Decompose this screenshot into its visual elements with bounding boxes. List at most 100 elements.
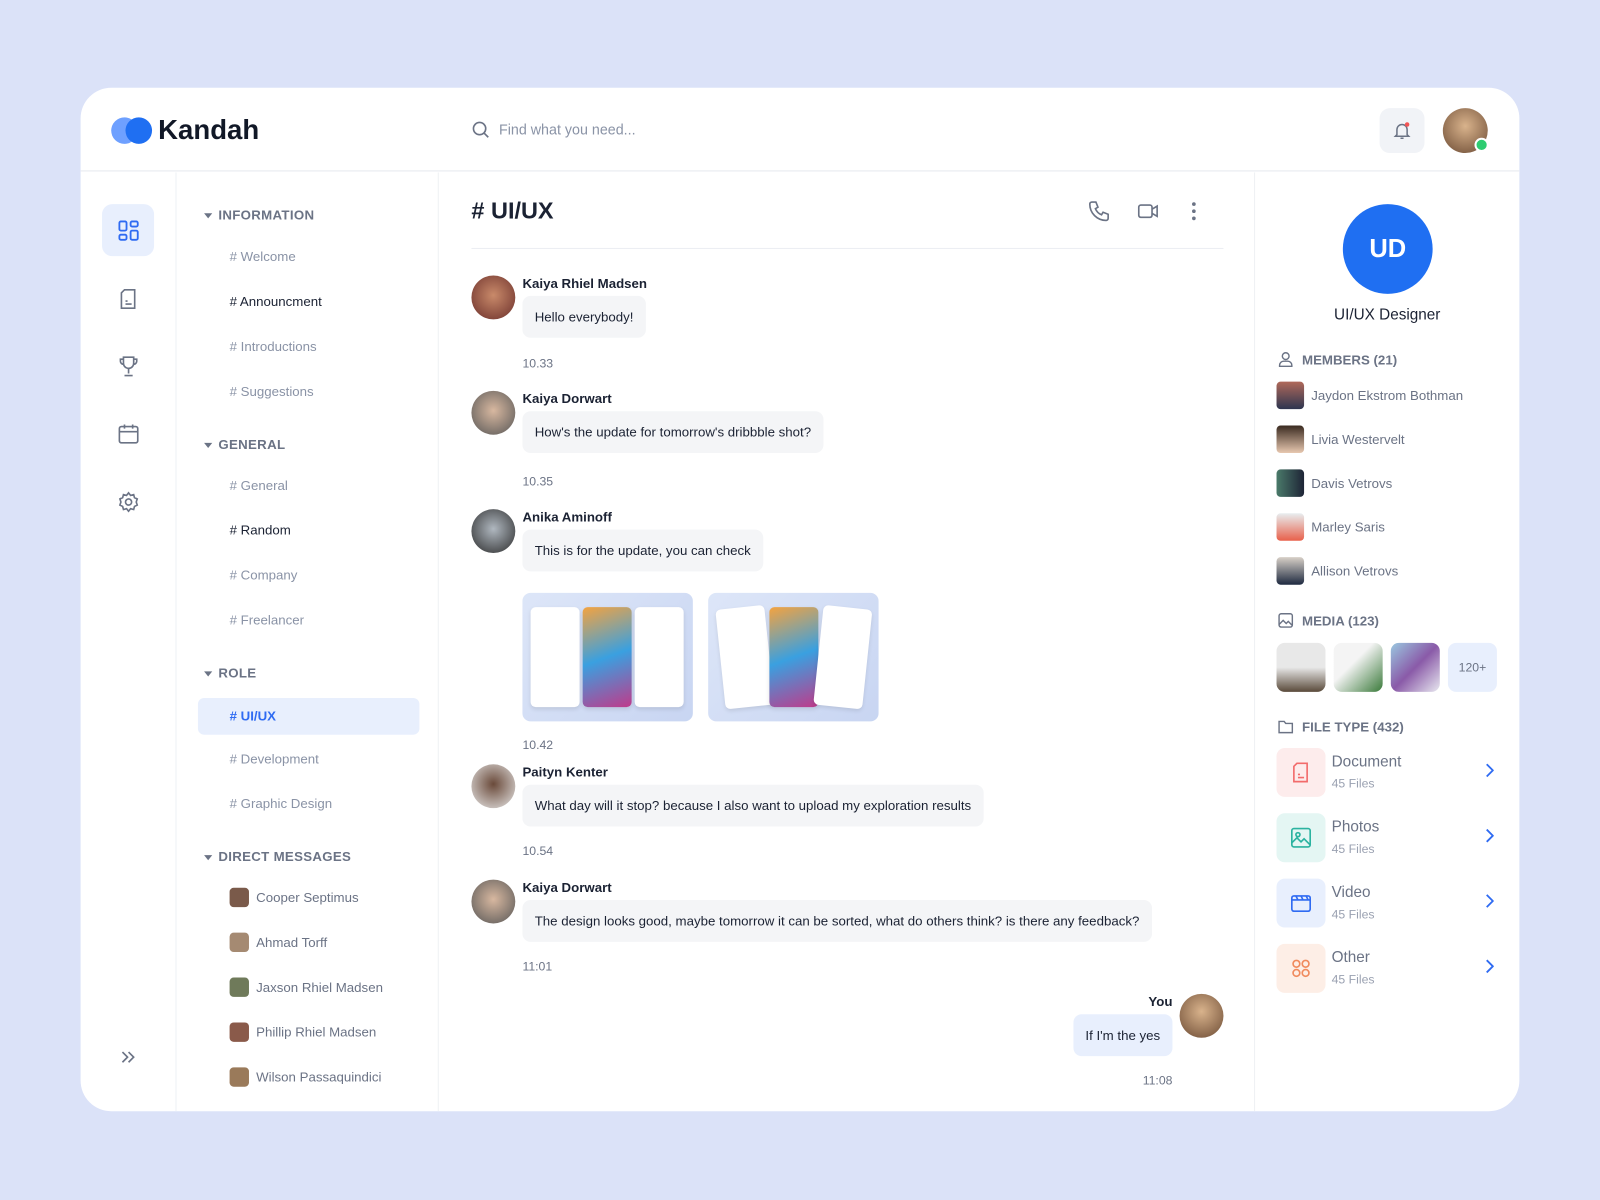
nav-achievements[interactable] bbox=[102, 340, 154, 392]
channel-welcome[interactable]: # Welcome bbox=[230, 249, 296, 264]
document-icon-tile bbox=[1276, 747, 1326, 797]
file-type-name: Other bbox=[1331, 948, 1370, 967]
section-general[interactable]: GENERAL bbox=[204, 437, 285, 452]
file-count: 45 Files bbox=[1331, 972, 1375, 987]
video-icon-tile bbox=[1276, 878, 1326, 928]
nav-documents[interactable] bbox=[102, 272, 154, 324]
notifications-button[interactable] bbox=[1379, 108, 1425, 154]
section-role[interactable]: ROLE bbox=[204, 665, 256, 680]
sender-name: You bbox=[1148, 993, 1173, 1010]
channel-random[interactable]: # Random bbox=[230, 522, 291, 537]
image-attachment[interactable] bbox=[708, 592, 879, 722]
timestamp: 10.33 bbox=[522, 356, 554, 371]
avatar bbox=[471, 275, 516, 320]
member-name: Allison Vetrovs bbox=[1311, 563, 1399, 579]
avatar bbox=[471, 390, 516, 435]
channel-company[interactable]: # Company bbox=[230, 567, 298, 582]
bell-icon bbox=[1393, 122, 1411, 140]
user-avatar[interactable] bbox=[1442, 108, 1489, 154]
avatar bbox=[1276, 469, 1305, 497]
dm-item[interactable]: Ahmad Torff bbox=[229, 932, 328, 953]
file-type-header[interactable]: FILE TYPE (432) bbox=[1278, 718, 1404, 734]
file-type-video[interactable]: Video 45 Files bbox=[1276, 878, 1496, 928]
media-thumbnail[interactable] bbox=[1390, 642, 1440, 692]
member-name: Jaydon Ekstrom Bothman bbox=[1311, 387, 1464, 404]
image-attachment[interactable] bbox=[522, 592, 693, 722]
channel-graphic-design[interactable]: # Graphic Design bbox=[230, 796, 333, 811]
channel-uiux[interactable]: # UI/UX bbox=[197, 697, 420, 735]
avatar bbox=[229, 932, 249, 953]
member-item[interactable]: Marley Saris bbox=[1276, 513, 1385, 541]
more-options-icon[interactable] bbox=[1191, 200, 1197, 222]
channel-freelancer[interactable]: # Freelancer bbox=[230, 612, 304, 627]
chevrons-right-icon bbox=[121, 1050, 135, 1063]
media-thumbnail[interactable] bbox=[1276, 642, 1326, 692]
app-window: Kandah Find what you need... INFORMATION… bbox=[80, 87, 1520, 1112]
video-icon[interactable] bbox=[1137, 200, 1159, 222]
member-item[interactable]: Davis Vetrovs bbox=[1276, 469, 1392, 497]
photos-icon-tile bbox=[1276, 813, 1326, 863]
nav-dashboard[interactable] bbox=[102, 204, 155, 257]
dm-item[interactable]: Cooper Septimus bbox=[229, 887, 359, 908]
file-count: 45 Files bbox=[1331, 776, 1375, 791]
media-more-button[interactable]: 120+ bbox=[1447, 642, 1497, 692]
nav-calendar[interactable] bbox=[102, 407, 154, 459]
search-input[interactable]: Find what you need... bbox=[499, 121, 636, 137]
image-icon bbox=[1291, 827, 1312, 848]
avatar bbox=[229, 1067, 249, 1087]
timestamp: 10.54 bbox=[522, 843, 554, 859]
nav-settings[interactable] bbox=[102, 476, 154, 528]
image-icon bbox=[1278, 613, 1294, 628]
file-type-name: Video bbox=[1331, 883, 1371, 902]
avatar bbox=[1276, 381, 1305, 410]
section-direct-messages[interactable]: DIRECT MESSAGES bbox=[204, 849, 351, 864]
media-title: MEDIA (123) bbox=[1302, 612, 1379, 629]
member-name: Livia Westervelt bbox=[1311, 431, 1405, 447]
channel-general[interactable]: # General bbox=[230, 478, 288, 493]
section-information[interactable]: INFORMATION bbox=[204, 207, 314, 222]
dm-name: Cooper Septimus bbox=[256, 889, 359, 906]
phone-icon[interactable] bbox=[1088, 200, 1110, 222]
search-bar[interactable]: Find what you need... bbox=[471, 120, 636, 138]
member-item[interactable]: Jaydon Ekstrom Bothman bbox=[1276, 381, 1464, 410]
sender-name: Anika Aminoff bbox=[522, 509, 612, 525]
channel-suggestions[interactable]: # Suggestions bbox=[230, 384, 314, 399]
dm-item[interactable]: Jaxson Rhiel Madsen bbox=[229, 977, 383, 997]
folder-icon bbox=[1278, 720, 1294, 734]
own-message: You If I'm the yes 11:08 bbox=[917, 993, 1224, 1096]
media-thumbnail[interactable] bbox=[1333, 642, 1383, 692]
chevron-right-icon bbox=[1486, 828, 1494, 843]
media-header[interactable]: MEDIA (123) bbox=[1278, 612, 1379, 628]
file-type-document[interactable]: Document 45 Files bbox=[1276, 747, 1496, 797]
channel-sidebar: INFORMATION # Welcome # Announcment # In… bbox=[177, 172, 439, 1112]
avatar bbox=[229, 887, 249, 908]
dm-item[interactable]: Phillip Rhiel Madsen bbox=[229, 1022, 376, 1042]
channel-announcement[interactable]: # Announcment bbox=[230, 294, 322, 309]
member-item[interactable]: Allison Vetrovs bbox=[1276, 557, 1399, 585]
chat-panel: # UI/UX Kaiya Rhiel Madsen Hello everybo… bbox=[439, 172, 1256, 1112]
timestamp: 10.42 bbox=[522, 737, 554, 753]
file-count: 45 Files bbox=[1331, 907, 1375, 922]
file-type-photos[interactable]: Photos 45 Files bbox=[1276, 813, 1496, 863]
dm-name: Ahmad Torff bbox=[256, 934, 328, 950]
channel-introductions[interactable]: # Introductions bbox=[230, 339, 317, 354]
avatar bbox=[229, 977, 249, 997]
message-bubble: If I'm the yes bbox=[1073, 1014, 1173, 1057]
other-icon-tile bbox=[1276, 943, 1326, 993]
message-bubble: This is for the update, you can check bbox=[522, 529, 763, 572]
channel-avatar: UD bbox=[1342, 204, 1433, 294]
dm-name: Jaxson Rhiel Madsen bbox=[256, 979, 383, 995]
app-name: Kandah bbox=[158, 114, 260, 145]
logo[interactable]: Kandah bbox=[111, 114, 259, 146]
grid-icon bbox=[1292, 959, 1310, 978]
member-item[interactable]: Livia Westervelt bbox=[1276, 425, 1405, 454]
expand-sidebar-button[interactable] bbox=[102, 1031, 154, 1083]
file-type-other[interactable]: Other 45 Files bbox=[1276, 943, 1496, 993]
channel-development[interactable]: # Development bbox=[230, 751, 319, 766]
sender-name: Paityn Kenter bbox=[522, 764, 608, 780]
members-header[interactable]: MEMBERS (21) bbox=[1278, 351, 1397, 368]
avatar bbox=[1179, 993, 1224, 1038]
document-icon bbox=[120, 288, 135, 309]
dm-item[interactable]: Wilson Passaquindici bbox=[229, 1067, 381, 1087]
search-icon bbox=[472, 121, 489, 138]
